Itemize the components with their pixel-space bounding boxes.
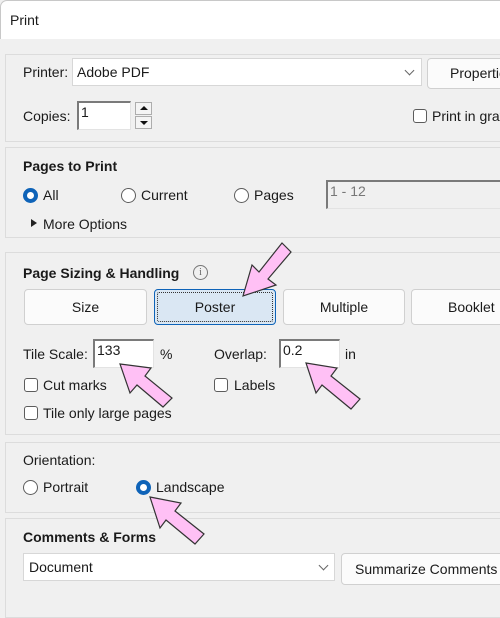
arrow-shape [149, 496, 205, 545]
annotation-arrow-landscape [149, 496, 205, 545]
